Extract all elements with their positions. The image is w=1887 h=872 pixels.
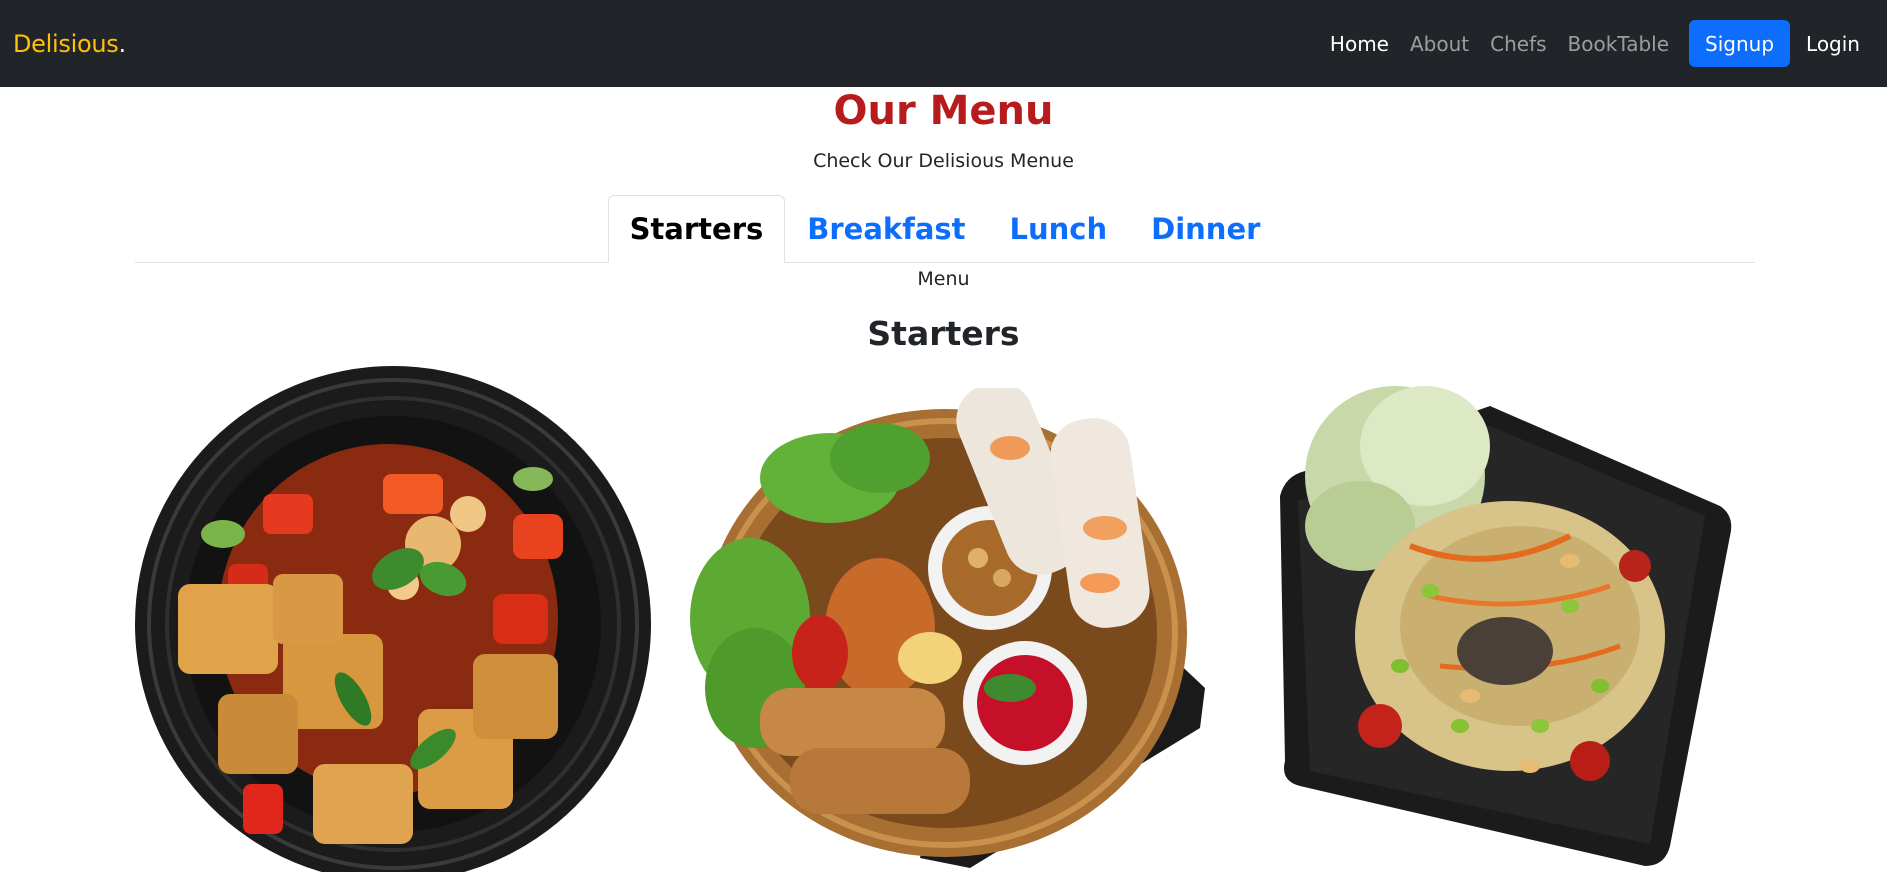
nav-link-about[interactable]: About xyxy=(1410,32,1469,56)
nav-link-booktable[interactable]: BookTable xyxy=(1568,32,1670,56)
tab-breakfast[interactable]: Breakfast xyxy=(785,195,987,263)
nav-link-home[interactable]: Home xyxy=(1330,32,1389,56)
page-subtitle: Check Our Delisious Menue xyxy=(813,150,1074,172)
login-link[interactable]: Login xyxy=(1806,32,1860,56)
tab-lunch[interactable]: Lunch xyxy=(988,195,1130,263)
section-title: Starters xyxy=(867,314,1020,353)
top-navbar: Delisious. Home About Chefs BookTable Si… xyxy=(0,0,1887,87)
dish-image-papaya-salad xyxy=(1240,366,1740,872)
nav-link-chefs[interactable]: Chefs xyxy=(1490,32,1546,56)
brand-logo[interactable]: Delisious. xyxy=(13,30,126,58)
tab-starters[interactable]: Starters xyxy=(607,195,786,263)
menu-tabs: Starters Breakfast Lunch Dinner xyxy=(135,195,1755,263)
dish-image-tofu xyxy=(133,364,653,872)
page-title: Our Menu xyxy=(833,88,1054,134)
signup-button[interactable]: Signup xyxy=(1689,20,1791,67)
dish-image-spring-rolls xyxy=(680,388,1208,868)
nav-links: Home About Chefs BookTable Signup Login xyxy=(1309,20,1874,67)
menu-label: Menu xyxy=(917,268,970,290)
tab-dinner[interactable]: Dinner xyxy=(1129,195,1282,263)
